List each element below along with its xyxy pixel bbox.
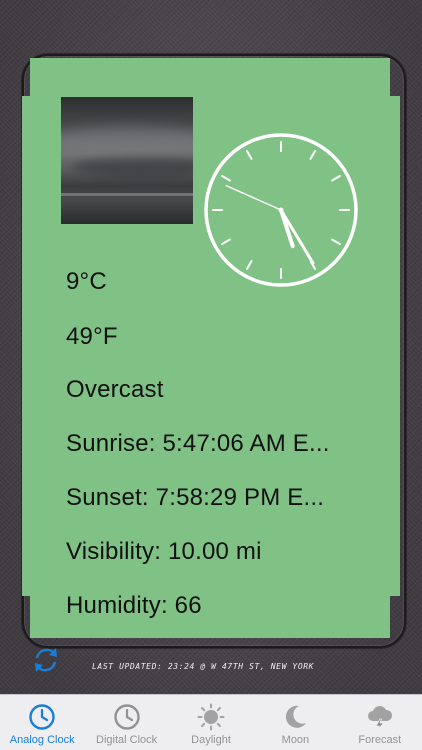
clock-tick — [309, 150, 316, 160]
weather-condition: Overcast — [66, 376, 164, 403]
clock-tick — [331, 238, 341, 245]
storm-cloud-icon — [367, 706, 392, 731]
tab-label: Forecast — [358, 734, 402, 746]
tab-moon[interactable]: Moon — [253, 695, 337, 750]
analog-clock — [204, 133, 358, 287]
tab-digital-clock[interactable]: Digital Clock — [84, 695, 168, 750]
weather-photo — [61, 97, 193, 224]
minute-hand — [279, 208, 315, 265]
visibility: Visibility: 10.00 mi — [66, 538, 262, 565]
clock-tick — [221, 238, 231, 245]
tab-analog-clock[interactable]: Analog Clock — [0, 695, 84, 750]
analog-clock-icon — [29, 704, 55, 730]
humidity: Humidity: 66 — [66, 592, 202, 619]
sun-icon — [197, 703, 225, 731]
tab-label: Digital Clock — [96, 734, 158, 746]
clock-tick — [246, 260, 253, 270]
clock-tick — [331, 175, 341, 182]
refresh-icon[interactable] — [31, 645, 61, 675]
tab-bar: Analog Clock Digital Clock Daylight Moon — [0, 694, 422, 750]
tab-label: Daylight — [191, 734, 231, 746]
clock-tick — [221, 175, 231, 182]
last-updated-text: Last Updated: 23:24 @ W 47th St, New Yor… — [92, 662, 315, 671]
digital-clock-icon — [113, 704, 140, 730]
sunrise-time: Sunrise: 5:47:06 AM E... — [66, 430, 330, 457]
temperature-fahrenheit: 49°F — [66, 323, 118, 350]
temperature-celsius: 9°C — [66, 268, 107, 295]
moon-icon — [286, 705, 307, 728]
sunset-time: Sunset: 7:58:29 PM E... — [66, 484, 325, 511]
second-hand — [225, 184, 282, 211]
tab-daylight[interactable]: Daylight — [169, 695, 253, 750]
tab-label: Analog Clock — [9, 734, 75, 746]
tab-forecast[interactable]: Forecast — [338, 695, 422, 750]
tab-label: Moon — [281, 734, 310, 746]
clock-tick — [246, 150, 253, 160]
